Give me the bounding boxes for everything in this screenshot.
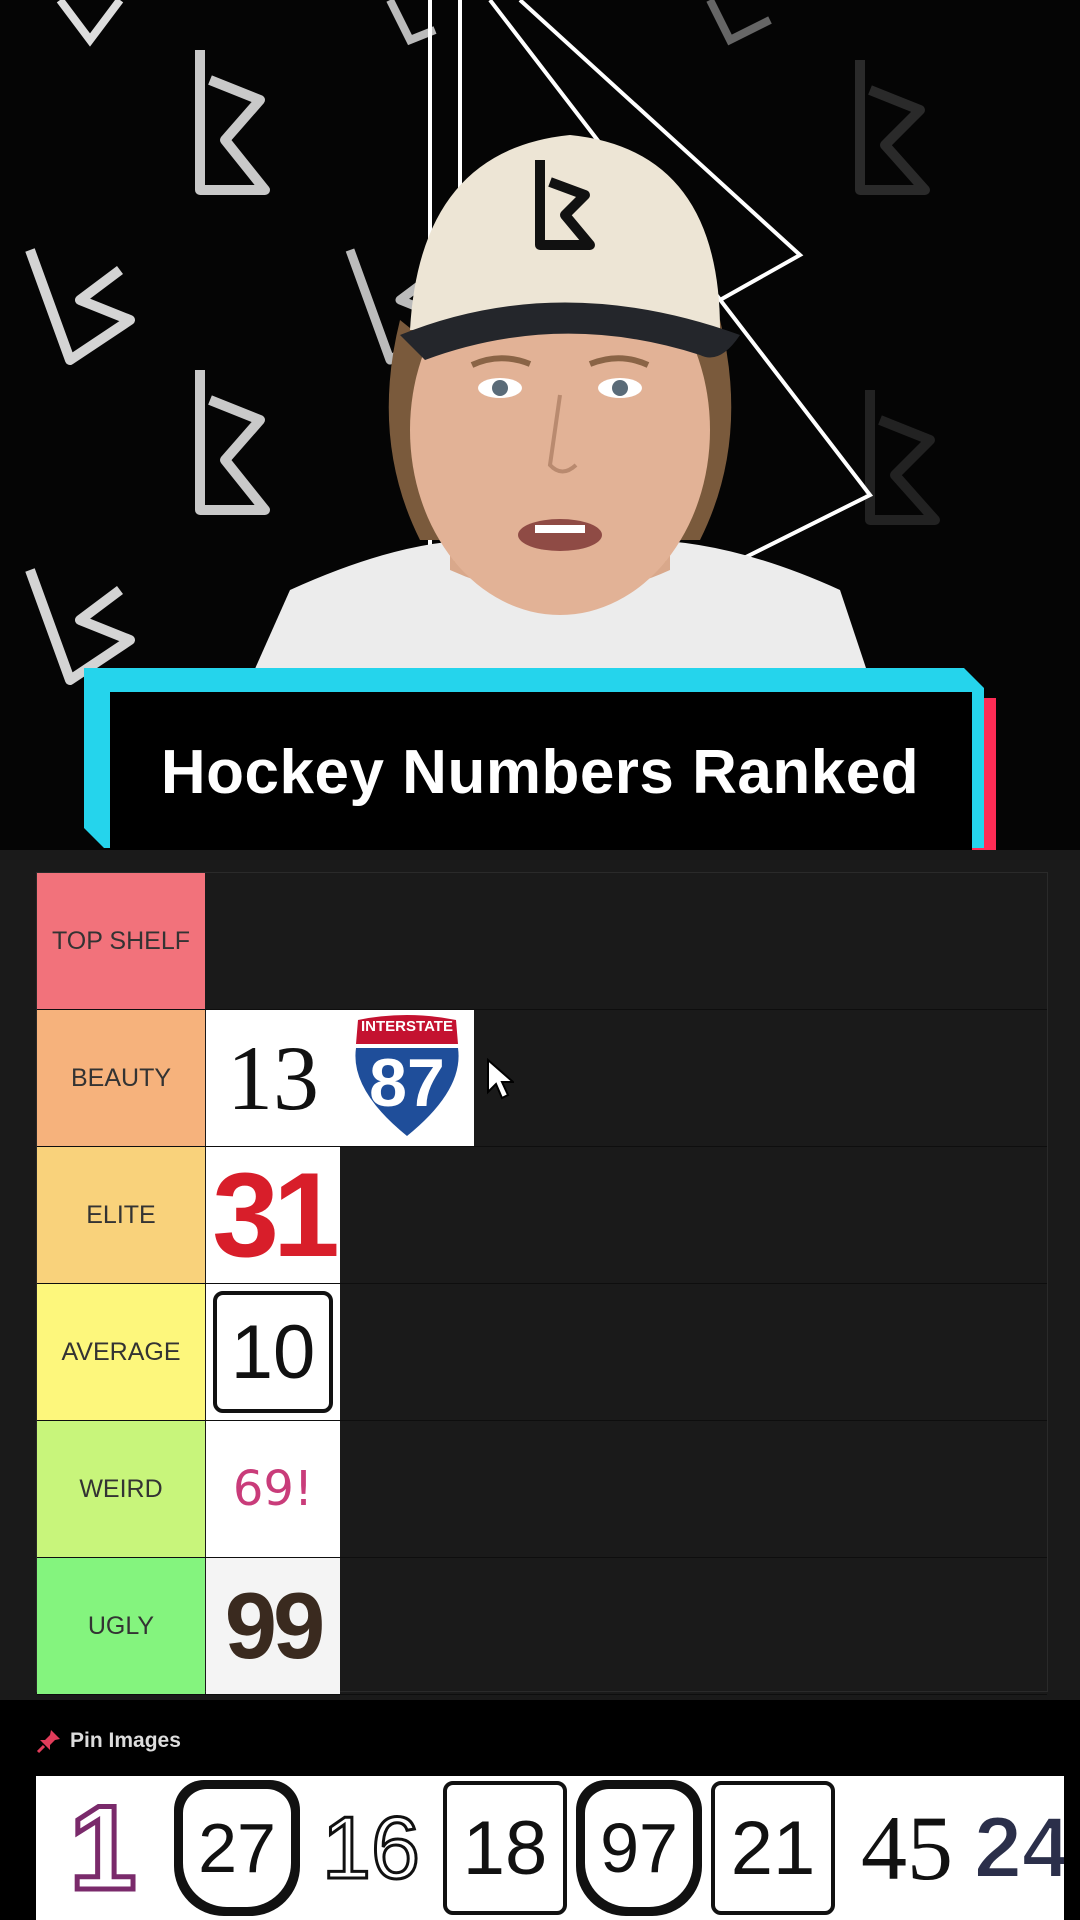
interstate-label: INTERSTATE <box>361 1018 453 1035</box>
tier-items-beauty[interactable]: 13 INTERSTATE 87 <box>206 1010 1047 1146</box>
number-tile-31[interactable]: 31 <box>206 1147 340 1283</box>
mouse-cursor-icon <box>487 1058 514 1100</box>
tier-label-elite[interactable]: ELITE <box>37 1147 205 1283</box>
tier-row-elite[interactable]: ELITE 31 <box>37 1147 1047 1284</box>
tier-items-top-shelf[interactable] <box>206 873 1047 1009</box>
tier-row-beauty[interactable]: BEAUTY 13 INTERSTATE 87 <box>37 1010 1047 1147</box>
pool-number-16: 16 <box>321 1797 422 1899</box>
tier-row-top-shelf[interactable]: TOP SHELF <box>37 873 1047 1010</box>
pool-tile-18[interactable]: 18 <box>438 1776 572 1920</box>
number-13-text: 13 <box>227 1027 319 1129</box>
tier-row-ugly[interactable]: UGLY 99 <box>37 1558 1047 1695</box>
pool-number-24: 24 <box>974 1799 1064 1897</box>
brand-logo-icon <box>56 0 124 47</box>
us-shield-27: 27 <box>174 1780 300 1916</box>
number-tile-10[interactable]: 10 <box>206 1284 340 1420</box>
tier-row-average[interactable]: AVERAGE 10 <box>37 1284 1047 1421</box>
pool-number-27: 27 <box>198 1809 276 1887</box>
video-title: Hockey Numbers Ranked <box>160 737 920 807</box>
sign-18: 18 <box>443 1781 567 1915</box>
pool-tile-27[interactable]: 27 <box>170 1776 304 1920</box>
pin-images-label[interactable]: Pin Images <box>70 1729 181 1753</box>
number-tile-87[interactable]: INTERSTATE 87 <box>340 1010 474 1146</box>
pin-images-bar[interactable]: Pin Images <box>36 1722 181 1760</box>
pool-number-18: 18 <box>462 1805 548 1891</box>
tier-label-top-shelf[interactable]: TOP SHELF <box>37 873 205 1009</box>
pool-tile-24[interactable]: 24 <box>974 1776 1064 1920</box>
presenter-image <box>250 135 870 680</box>
tier-label-ugly[interactable]: UGLY <box>37 1558 205 1694</box>
pool-number-21: 21 <box>730 1805 816 1891</box>
pin-icon <box>36 1730 60 1754</box>
number-87-text: 87 <box>369 1045 445 1121</box>
pool-tile-1[interactable]: 1 <box>36 1776 170 1920</box>
number-tile-13[interactable]: 13 <box>206 1010 340 1146</box>
us-shield-97: 97 <box>576 1780 702 1916</box>
tier-list-board: TOP SHELF BEAUTY 13 INTERSTATE 87 ELITE <box>36 872 1048 1695</box>
sign-21: 21 <box>711 1781 835 1915</box>
number-69-text: 69! <box>232 1461 314 1517</box>
brand-logo-icon <box>25 248 135 365</box>
tier-label-beauty[interactable]: BEAUTY <box>37 1010 205 1146</box>
unranked-image-pool[interactable]: 1 27 16 18 97 21 45 24 <box>36 1776 1064 1920</box>
tier-items-ugly[interactable]: 99 <box>206 1558 1047 1694</box>
pool-number-1: 1 <box>67 1779 139 1918</box>
pool-tile-45[interactable]: 45 <box>840 1776 974 1920</box>
number-99-text: 99 <box>224 1573 326 1678</box>
tier-row-weird[interactable]: WEIRD 69! <box>37 1421 1047 1558</box>
tier-items-average[interactable]: 10 <box>206 1284 1047 1420</box>
number-31-text: 31 <box>212 1148 340 1282</box>
number-10-text: 10 <box>230 1309 316 1395</box>
tier-items-elite[interactable]: 31 <box>206 1147 1047 1283</box>
number-tile-69[interactable]: 69! <box>206 1421 340 1557</box>
number-10-sign: 10 <box>213 1291 333 1413</box>
tier-items-weird[interactable]: 69! <box>206 1421 1047 1557</box>
tier-label-average[interactable]: AVERAGE <box>37 1284 205 1420</box>
number-tile-99[interactable]: 99 <box>206 1558 340 1694</box>
pool-number-97: 97 <box>600 1809 678 1887</box>
pool-tile-97[interactable]: 97 <box>572 1776 706 1920</box>
pool-tile-21[interactable]: 21 <box>706 1776 840 1920</box>
tier-label-weird[interactable]: WEIRD <box>37 1421 205 1557</box>
pool-number-45: 45 <box>861 1797 953 1899</box>
pool-tile-16[interactable]: 16 <box>304 1776 438 1920</box>
